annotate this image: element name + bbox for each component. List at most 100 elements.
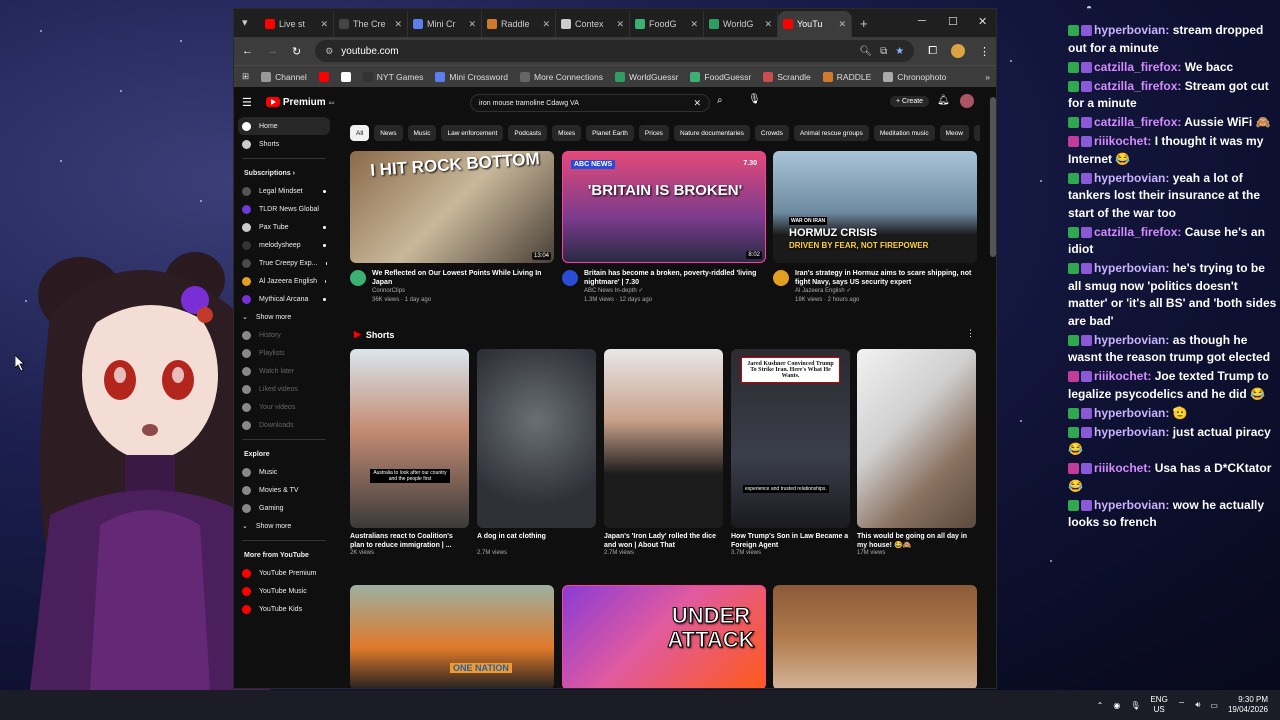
subscriptions-heading[interactable]: Subscriptions › [234, 164, 334, 182]
chat-username[interactable]: catzilla_firefox: [1094, 79, 1181, 93]
more-bookmarks-icon[interactable]: » [985, 72, 990, 82]
filter-chip[interactable]: Meditation music [873, 125, 935, 141]
tab-search-icon[interactable]: ▾ [242, 16, 248, 29]
maximize-icon[interactable]: ☐ [948, 15, 958, 28]
tab-close-icon[interactable]: ✕ [616, 19, 624, 30]
video-card[interactable]: WAR ON IRAN HORMUZ CRISIS DRIVEN BY FEAR… [773, 151, 977, 305]
short-thumbnail[interactable] [604, 349, 723, 528]
site-info-icon[interactable]: ⚙ [325, 46, 333, 57]
short-thumbnail[interactable]: Australia to look after our country and … [350, 349, 469, 528]
filter-chip[interactable]: Meow [939, 125, 969, 141]
sidebar-item[interactable]: Playlists [234, 344, 334, 362]
clear-search-icon[interactable]: ✕ [693, 98, 701, 109]
youtube-logo[interactable]: Premium AU [265, 97, 334, 108]
bookmark-item[interactable]: WorldGuessr [614, 71, 678, 82]
bookmark-item[interactable]: More Connections [519, 71, 603, 82]
search-input[interactable]: iron mouse tramoline Cdawg VA ✕ [470, 94, 710, 112]
browser-tab[interactable]: The Cre ✕ [334, 11, 408, 37]
channel-name[interactable]: ConnorClips [372, 287, 554, 296]
video-title[interactable]: Iran's strategy in Hormuz aims to scare … [795, 269, 977, 287]
tab-close-icon[interactable]: ✕ [764, 19, 772, 30]
subscription-item[interactable]: TLDR News Global [234, 200, 334, 218]
sidebar-item[interactable]: YouTube Kids [234, 600, 334, 618]
filter-chip[interactable]: Mixes [552, 125, 582, 141]
chat-username[interactable]: hyperbovian: [1094, 333, 1169, 347]
channel-name[interactable]: ABC News In-depth ✓ [584, 287, 766, 296]
new-tab-icon[interactable]: + [860, 16, 868, 31]
browser-tab[interactable]: FoodG ✕ [630, 11, 704, 37]
video-thumbnail[interactable] [773, 585, 977, 688]
show-more-explore-button[interactable]: ⌄ Show more [234, 517, 334, 535]
create-button[interactable]: + Create [890, 96, 930, 107]
bookmark-item[interactable]: Scrandle [763, 71, 811, 82]
sidebar-item[interactable]: Movies & TV [234, 481, 334, 499]
language-indicator[interactable]: ENG US [1150, 695, 1167, 715]
forward-icon[interactable]: → [267, 45, 278, 57]
address-bar[interactable]: ⚙ youtube.com 🔍︎ ⧉ ★ [315, 40, 915, 62]
short-title[interactable]: Japan's 'Iron Lady' rolled the dice and … [604, 532, 723, 550]
chat-username[interactable]: catzilla_firefox: [1094, 115, 1181, 129]
browser-tab[interactable]: Raddle ✕ [482, 11, 556, 37]
bookmark-item[interactable]: FoodGuessr [690, 71, 751, 82]
bookmark-item[interactable]: Mini Crossword [435, 71, 508, 82]
short-title[interactable]: This would be going on all day in my hou… [857, 532, 976, 550]
filter-chip[interactable]: Planet Earth [586, 125, 634, 141]
video-card[interactable]: I HIT ROCK BOTTOM 13:04 We Reflected on … [350, 151, 554, 305]
video-thumbnail[interactable]: I HIT ROCK BOTTOM 13:04 [350, 151, 554, 263]
battery-icon[interactable]: ▭ [1210, 701, 1218, 710]
close-window-icon[interactable]: ✕ [978, 15, 987, 28]
sidebar-item[interactable]: Liked videos [234, 380, 334, 398]
short-title[interactable]: Australians react to Coalition's plan to… [350, 532, 469, 550]
tab-close-icon[interactable]: ✕ [320, 19, 328, 30]
video-thumbnail[interactable]: ONE NATION [350, 585, 554, 688]
channel-name[interactable]: Al Jazeera English ✓ [795, 287, 977, 296]
tab-close-icon[interactable]: ✕ [468, 19, 476, 30]
filter-chip[interactable]: Podcasts [508, 125, 548, 141]
browser-tab[interactable]: WorldG ✕ [704, 11, 778, 37]
filter-chip[interactable]: News [374, 125, 403, 141]
short-card[interactable]: Jared Kushner Convinced Trump To Strike … [731, 349, 850, 556]
sidebar-item-shorts[interactable]: Shorts [234, 135, 334, 153]
filter-chip[interactable]: Animal rescue groups [793, 125, 869, 141]
bookmark-item[interactable]: Channel [261, 71, 307, 82]
subscription-item[interactable]: Al Jazeera English [234, 272, 334, 290]
chat-username[interactable]: hyperbovian: [1094, 171, 1169, 185]
short-title[interactable]: How Trump's Son in Law Became a Foreign … [731, 532, 850, 550]
browser-tab[interactable]: YouTu ✕ [778, 11, 852, 37]
video-title[interactable]: We Reflected on Our Lowest Points While … [372, 269, 554, 287]
bookmark-item[interactable]: RADDLE [822, 71, 871, 82]
subscription-item[interactable]: Mythical Arcana [234, 290, 334, 308]
microphone-icon[interactable]: 🎙︎ [1130, 701, 1140, 710]
browser-menu-icon[interactable]: ⋮ [979, 45, 990, 58]
clock[interactable]: 9:30 PM 19/04/2026 [1228, 695, 1268, 715]
volume-icon[interactable]: 🔊︎ [1195, 700, 1200, 710]
filter-chip[interactable]: Nature documentaries [673, 125, 750, 141]
sidebar-item[interactable]: Music [234, 463, 334, 481]
short-thumbnail[interactable]: Jared Kushner Convinced Trump To Strike … [731, 349, 850, 528]
channel-avatar[interactable] [350, 270, 366, 286]
tray-app-icon[interactable]: ◉ [1113, 701, 1120, 710]
bookmark-item[interactable]: NYT Games [362, 71, 423, 82]
subscription-item[interactable]: Pax Tube [234, 218, 334, 236]
cast-icon[interactable]: ⧉ [880, 46, 887, 57]
short-thumbnail[interactable] [857, 349, 976, 528]
short-card[interactable]: Australia to look after our country and … [350, 349, 469, 556]
profile-avatar[interactable] [951, 44, 965, 58]
sidebar-item-home[interactable]: Home [238, 117, 330, 135]
browser-tab[interactable]: Contex ✕ [556, 11, 630, 37]
hamburger-menu-icon[interactable]: ☰ [242, 96, 252, 109]
bookmark-item[interactable] [318, 71, 329, 82]
notifications-bell-icon[interactable]: 🔔︎ [937, 95, 950, 106]
subscription-item[interactable]: True Creepy Exp... [234, 254, 334, 272]
browser-tab[interactable]: Live st ✕ [260, 11, 334, 37]
video-card[interactable]: ABC NEWS 7.30 'BRITAIN IS BROKEN' 8:02 B… [562, 151, 766, 305]
bookmark-item[interactable] [340, 71, 351, 82]
wifi-icon[interactable]: ⌔ [1178, 700, 1186, 710]
extensions-icon[interactable]: ⧠ [928, 45, 937, 58]
chat-username[interactable]: catzilla_firefox: [1094, 225, 1181, 239]
minimize-icon[interactable]: ─ [918, 15, 926, 27]
sidebar-item[interactable]: YouTube Music [234, 582, 334, 600]
tray-overflow-icon[interactable]: ⌃ [1097, 701, 1104, 710]
sidebar-item[interactable]: Downloads [234, 416, 334, 434]
video-thumbnail[interactable]: WAR ON IRAN HORMUZ CRISIS DRIVEN BY FEAR… [773, 151, 977, 263]
